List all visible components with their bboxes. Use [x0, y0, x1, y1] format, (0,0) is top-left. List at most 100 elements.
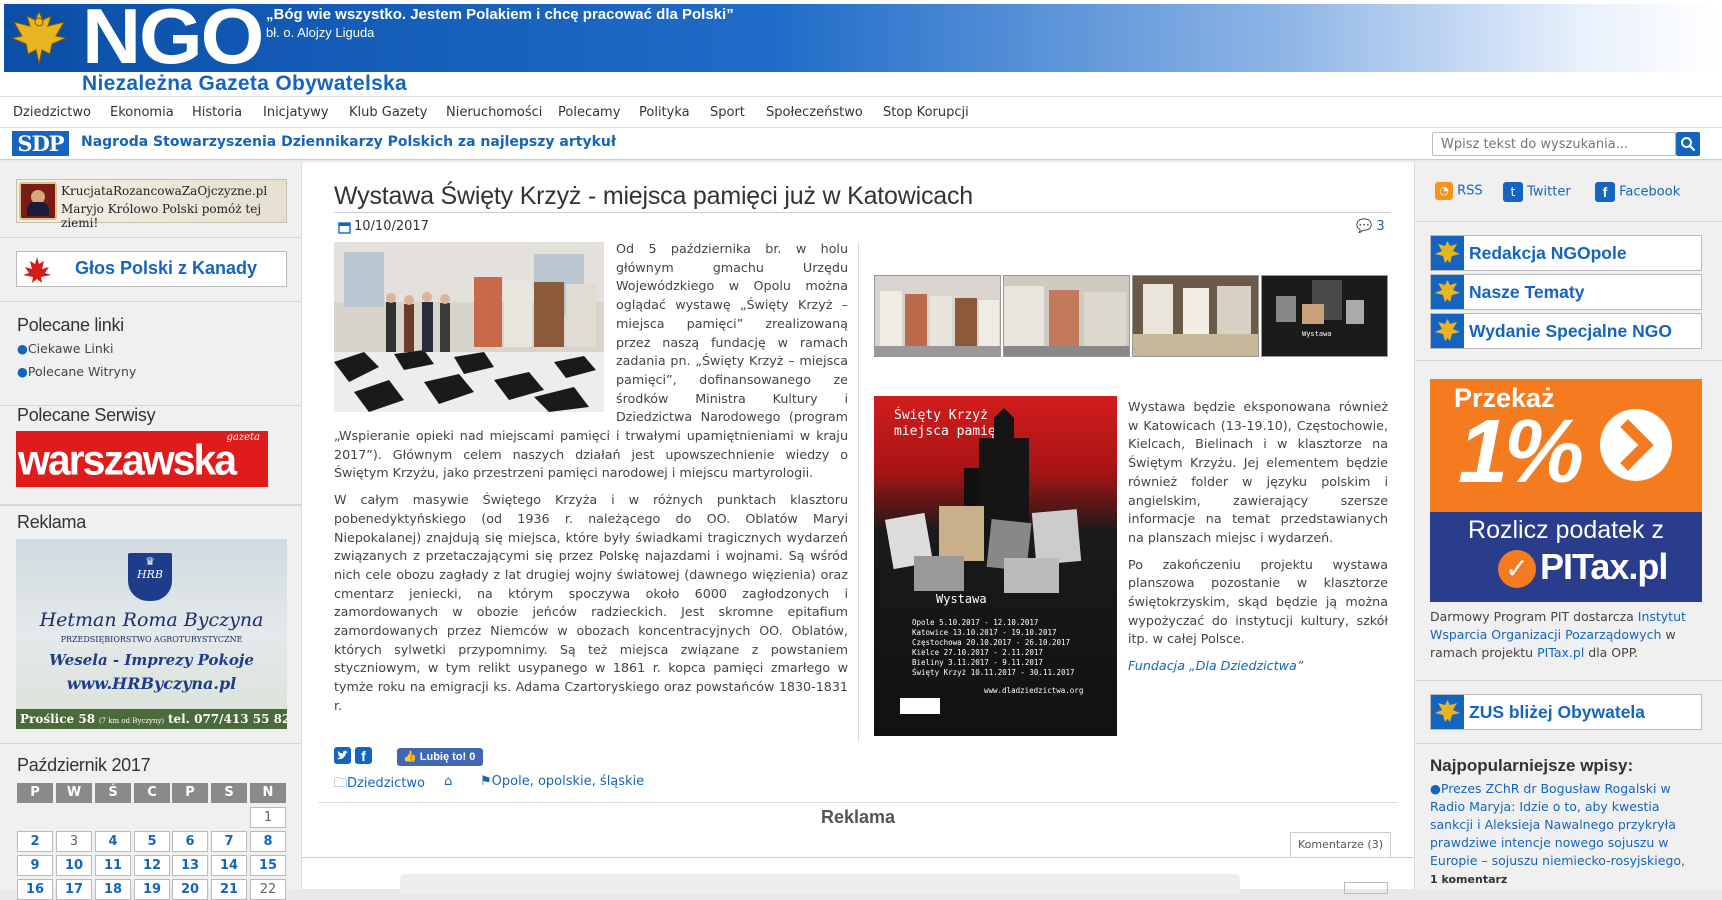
rozlicz-label: Rozlicz podatek z: [1468, 516, 1664, 544]
calendar-day[interactable]: 8: [250, 831, 286, 852]
calendar-day-header: P: [172, 783, 208, 803]
calendar-day: 22: [250, 879, 286, 900]
nav-item-inicjatywy[interactable]: Inicjatywy: [263, 105, 329, 120]
redakcja-button[interactable]: Redakcja NGOpole: [1430, 235, 1702, 271]
article-title[interactable]: Wystawa Święty Krzyż - miejsca pamięci j…: [334, 182, 973, 211]
calendar-day[interactable]: 18: [95, 879, 131, 900]
nav-item-stop-korupcji[interactable]: Stop Korupcji: [883, 105, 969, 120]
site-logo[interactable]: NGO: [82, 0, 264, 76]
one-percent-label: 1%: [1458, 402, 1584, 502]
hetman-ad-banner[interactable]: ♛ HRB Hetman Roma Byczyna PRZEDSIĘBIORST…: [16, 539, 287, 729]
facebook-link[interactable]: f Facebook: [1595, 182, 1680, 202]
thumbnail-2[interactable]: [1003, 275, 1130, 357]
rss-icon: ◔: [1435, 182, 1453, 200]
twitter-share-button[interactable]: [334, 747, 351, 764]
thumbnail-1[interactable]: [874, 275, 1001, 357]
calendar-day-header: S: [211, 783, 247, 803]
calendar-day[interactable]: 5: [134, 831, 170, 852]
popular-comments-count: 1 komentarz: [1430, 873, 1508, 886]
twitter-link[interactable]: t Twitter: [1503, 182, 1571, 202]
serwisy-box: Polecane Serwisy gazeta warszawska: [0, 401, 302, 505]
foundation-link[interactable]: Fundacja „Dla Dziedzictwa”: [1128, 657, 1388, 676]
calendar-day[interactable]: 15: [250, 855, 286, 876]
krucjata-banner[interactable]: KrucjataRozancowaZaOjczyzne.pl Maryjo Kr…: [16, 179, 287, 230]
left-sidebar: KrucjataRozancowaZaOjczyzne.pl Maryjo Kr…: [0, 162, 302, 900]
main-nav: Dziedzictwo Ekonomia Historia Inicjatywy…: [0, 96, 1722, 128]
nasze-tematy-button[interactable]: Nasze Tematy: [1430, 274, 1702, 310]
calendar-day[interactable]: 7: [211, 831, 247, 852]
sdp-award-link[interactable]: Nagroda Stowarzyszenia Dziennikarzy Pols…: [81, 134, 616, 150]
like-button[interactable]: 👍 Lubię to! 0: [397, 748, 483, 766]
rss-link[interactable]: ◔ RSS: [1435, 182, 1483, 200]
nav-item-spoleczenstwo[interactable]: Społeczeństwo: [766, 105, 863, 120]
nav-item-klub-gazety[interactable]: Klub Gazety: [349, 105, 427, 120]
nav-item-nieruchomosci[interactable]: Nieruchomości: [446, 105, 542, 120]
thumbnail-4[interactable]: Wystawa: [1261, 275, 1388, 357]
warszawska-banner[interactable]: gazeta warszawska: [16, 431, 268, 487]
glos-polski-banner[interactable]: Głos Polski z Kanady: [16, 251, 287, 287]
nav-item-historia[interactable]: Historia: [192, 105, 242, 120]
nav-item-ekonomia[interactable]: Ekonomia: [110, 105, 174, 120]
sdp-logo[interactable]: SDP: [12, 131, 69, 156]
calendar-day: 3: [56, 831, 92, 852]
comment-box[interactable]: [400, 874, 1240, 894]
calendar-day[interactable]: 16: [17, 879, 53, 900]
calendar-day[interactable]: 11: [95, 855, 131, 876]
exhibition-photo: [875, 276, 1000, 356]
header-banner[interactable]: NGO „Bóg wie wszystko. Jestem Polakiem i…: [4, 0, 1718, 76]
pitax-link[interactable]: PITax.pl: [1537, 645, 1584, 660]
facebook-icon: f: [1595, 182, 1615, 202]
comment-side-box[interactable]: [1344, 882, 1388, 894]
search-icon: [1681, 137, 1696, 152]
nav-item-dziedzictwo[interactable]: Dziedzictwo: [13, 105, 91, 120]
calendar-day[interactable]: 2: [17, 831, 53, 852]
facebook-icon: f: [361, 748, 366, 764]
calendar-day[interactable]: 10: [56, 855, 92, 876]
article-paragraph: Po zakończeniu projektu wystawa planszow…: [1128, 556, 1388, 647]
calendar-day[interactable]: 6: [172, 831, 208, 852]
facebook-share-button[interactable]: f: [355, 747, 372, 764]
site-subtitle[interactable]: Niezależna Gazeta Obywatelska: [82, 72, 407, 96]
calendar-day: 1: [250, 807, 286, 828]
search-input[interactable]: [1432, 132, 1676, 156]
comments-tab[interactable]: Komentarze (3): [1290, 832, 1391, 857]
tags-icon: ⌂: [444, 774, 453, 789]
calendar-day[interactable]: 9: [17, 855, 53, 876]
category-link[interactable]: 🗀Dziedzictwo: [334, 774, 425, 796]
calendar-day[interactable]: 17: [56, 879, 92, 900]
exhibition-hall-photo[interactable]: [334, 242, 604, 412]
polecane-linki-box: Polecane linki ●Ciekawe Linki ●Polecane …: [0, 302, 302, 406]
calendar-day[interactable]: 21: [211, 879, 247, 900]
calendar-day[interactable]: 20: [172, 879, 208, 900]
calendar-day[interactable]: 13: [172, 855, 208, 876]
main-content: Wystawa Święty Krzyż - miejsca pamięci j…: [302, 162, 1414, 894]
calendar-day[interactable]: 4: [95, 831, 131, 852]
zus-button[interactable]: ZUS bliżej Obywatela: [1430, 694, 1702, 730]
tags-link[interactable]: ⚑Opole, opolskie, śląskie: [480, 774, 644, 789]
calendar-day[interactable]: 14: [211, 855, 247, 876]
comments-divider: [302, 857, 1414, 858]
popular-item[interactable]: ●Prezes ZChR dr Bogusław Rogalski w Radi…: [1430, 780, 1700, 870]
exhibition-poster[interactable]: Święty Krzyż miejsca pamięci Wystawa Opo…: [874, 396, 1117, 736]
nav-item-polityka[interactable]: Polityka: [639, 105, 690, 120]
column-divider: [858, 242, 859, 742]
poster-dates: Opole 5.10.2017 - 12.10.2017 Katowice 13…: [912, 618, 1075, 677]
reklama-box: Reklama ♛ HRB Hetman Roma Byczyna PRZEDS…: [0, 505, 302, 900]
calendar-day[interactable]: 19: [134, 879, 170, 900]
comments-icon: 💬: [1356, 219, 1373, 234]
nav-item-sport[interactable]: Sport: [710, 105, 745, 120]
thumbs-up-icon: 👍: [403, 751, 417, 763]
list-item[interactable]: ●Ciekawe Linki: [17, 341, 113, 356]
calendar-day[interactable]: 12: [134, 855, 170, 876]
eagle-icon: [1431, 275, 1464, 309]
calendar-icon: [338, 222, 351, 234]
comments-count[interactable]: 💬 3: [1356, 219, 1385, 234]
nav-item-polecamy[interactable]: Polecamy: [558, 105, 620, 120]
folder-icon: 🗀: [334, 776, 348, 791]
wydanie-specjalne-button[interactable]: Wydanie Specjalne NGO: [1430, 313, 1702, 349]
przekaz-banner[interactable]: Przekaż 1%: [1430, 379, 1702, 512]
thumbnail-3[interactable]: [1132, 275, 1259, 357]
list-item[interactable]: ●Polecane Witryny: [17, 364, 136, 379]
pitax-banner[interactable]: Rozlicz podatek z ✓ PITax.pl: [1430, 512, 1702, 602]
search-button[interactable]: [1676, 132, 1700, 156]
